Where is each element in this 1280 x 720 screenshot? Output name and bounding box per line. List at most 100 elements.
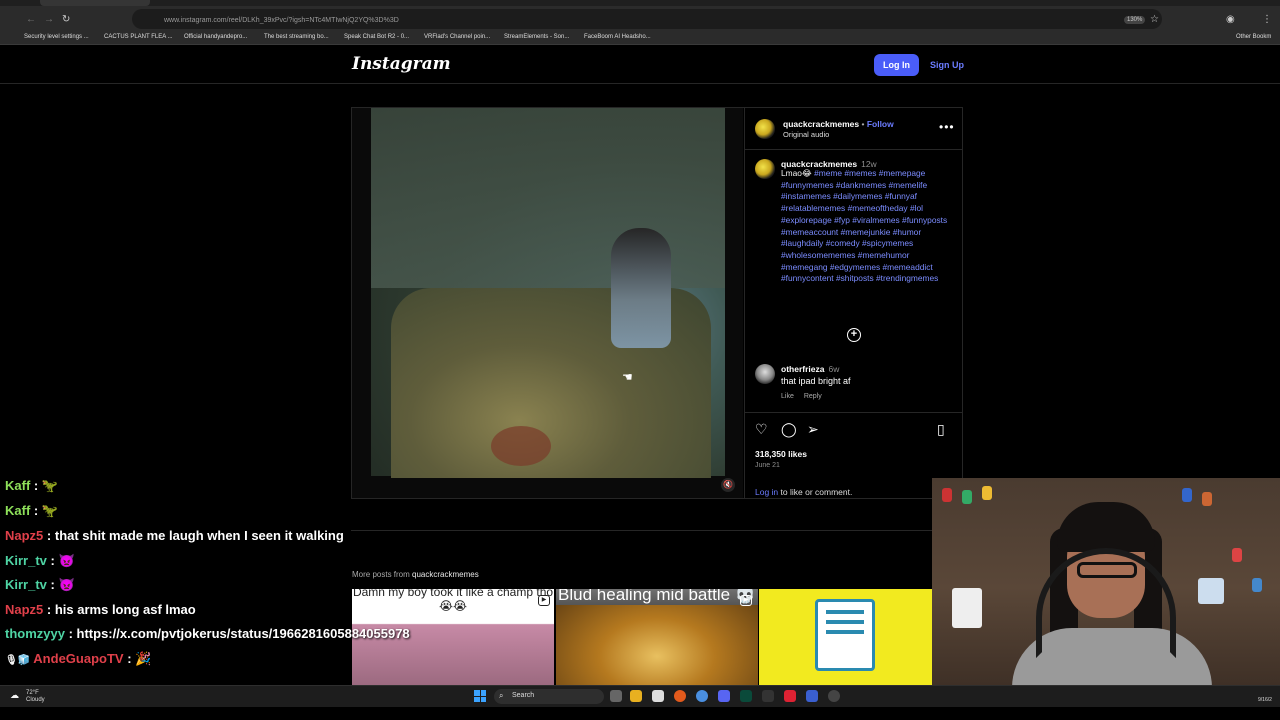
file-explorer-icon[interactable] xyxy=(630,690,642,702)
author-username[interactable]: quackcrackmemes xyxy=(783,119,859,129)
instagram-header: Instagram Log In Sign Up xyxy=(0,46,1280,84)
store-icon[interactable] xyxy=(652,690,664,702)
discord-icon[interactable] xyxy=(718,690,730,702)
url-text[interactable]: www.instagram.com/reel/DLKh_39xPvc/?igsh… xyxy=(164,17,399,24)
taskbar-search[interactable]: ⌕ Search xyxy=(494,689,604,704)
follow-button[interactable]: Follow xyxy=(867,119,894,129)
bookmark-item[interactable]: FaceBoom AI Headsho... xyxy=(584,34,651,40)
post-actions: ♡ ◯ ➢ ▯ 318,350 likes June 21 Log in to … xyxy=(745,412,963,498)
chat-username: Napz5 xyxy=(5,528,44,543)
chat-username: Napz5 xyxy=(5,602,44,617)
video-figure xyxy=(611,228,671,348)
windows-taskbar: ☁ 72°F Cloudy ⌕ Search 9/16/2 xyxy=(0,685,1280,707)
shelf-toy xyxy=(1252,578,1262,592)
post-author-bar: quackcrackmemes • Follow Original audio … xyxy=(745,108,963,150)
bookmark-item[interactable]: The best streaming bo... xyxy=(264,34,329,40)
terminal-icon[interactable] xyxy=(740,690,752,702)
thumbnail-caption: Blud healing mid battle 💀 xyxy=(556,589,758,605)
forward-icon[interactable]: → xyxy=(44,15,54,25)
section-divider xyxy=(351,530,963,531)
star-icon[interactable]: ☆ xyxy=(1150,15,1159,25)
signup-link[interactable]: Sign Up xyxy=(930,60,964,70)
app-icon[interactable] xyxy=(762,690,774,702)
shelf-box xyxy=(952,588,982,628)
comment-header: otherfrieza 6w xyxy=(781,364,839,374)
separator-dot: • xyxy=(861,119,865,129)
share-icon[interactable]: ➢ xyxy=(807,421,819,438)
video-object xyxy=(491,426,551,466)
chat-username: Kirr_tv xyxy=(5,577,47,592)
profile-icon[interactable]: ◉ xyxy=(1226,15,1235,25)
more-posts-heading: More posts from quackcrackmemes xyxy=(352,570,479,579)
taskbar-search-label: Search xyxy=(512,692,535,699)
bookmark-item[interactable]: CACTUS PLANT FLEA ... xyxy=(104,34,173,40)
login-suffix: to like or comment. xyxy=(780,487,853,497)
chat-username: AndeGuapoTV xyxy=(33,651,124,666)
chrome-icon[interactable] xyxy=(696,690,708,702)
clock-date[interactable]: 9/16/2 xyxy=(1258,697,1272,703)
instagram-logo[interactable]: Instagram xyxy=(352,54,451,74)
bookmark-item[interactable]: StreamElements - Son... xyxy=(504,34,569,40)
comment-author[interactable]: otherfrieza xyxy=(781,364,824,374)
login-link[interactable]: Log in xyxy=(755,487,778,497)
reload-icon[interactable]: ↻ xyxy=(62,15,70,25)
bookmark-item[interactable]: VRFlad's Channel poin... xyxy=(424,34,490,40)
bookmark-other[interactable]: Other Bookm xyxy=(1236,34,1271,40)
audio-label[interactable]: Original audio xyxy=(783,130,829,139)
mute-icon[interactable]: 🔇 xyxy=(721,478,735,492)
caption-text: Lmao😂 xyxy=(781,168,812,178)
caption: Lmao😂 #meme #memes #memepage #funnymemes… xyxy=(781,168,957,285)
streamer-hair xyxy=(1057,502,1155,552)
chat-username: thomzyyy xyxy=(5,626,65,641)
zoom-level[interactable]: 130% xyxy=(1124,16,1146,24)
commenter-avatar[interactable] xyxy=(755,364,775,384)
search-icon: ⌕ xyxy=(499,691,504,700)
firefox-icon[interactable] xyxy=(674,690,686,702)
comment-bubble-icon[interactable]: ◯ xyxy=(781,421,797,438)
video-frame xyxy=(371,108,725,478)
like-heart-icon[interactable]: ♡ xyxy=(755,421,768,438)
app-icon[interactable] xyxy=(806,690,818,702)
chat-text: that shit made me laugh when I seen it w… xyxy=(54,528,344,543)
bookmark-item[interactable]: Speak Chat Bot R2 - 0... xyxy=(344,34,409,40)
comment-like-button[interactable]: Like xyxy=(781,393,794,400)
more-options-icon[interactable]: ••• xyxy=(939,120,955,134)
more-posts-label: More posts from xyxy=(352,570,410,579)
caption-hashtags[interactable]: #meme #memes #memepage #funnymemes #dank… xyxy=(781,168,947,283)
weather-widget[interactable]: 72°F Cloudy xyxy=(26,690,45,704)
shelf-toy xyxy=(962,490,972,504)
weather-icon[interactable]: ☁ xyxy=(10,690,19,701)
chat-message: Kaff : 🦖 xyxy=(5,478,59,493)
bookmark-icon[interactable]: ▯ xyxy=(937,421,945,438)
app-icon[interactable] xyxy=(828,690,840,702)
author-name: quackcrackmemes • Follow xyxy=(783,119,894,129)
thumbnail-drawing xyxy=(815,599,875,671)
start-icon[interactable] xyxy=(474,690,486,702)
comment-reply-button[interactable]: Reply xyxy=(804,393,822,400)
task-view-icon[interactable] xyxy=(610,690,622,702)
chat-message: Napz5 : his arms long asf lmao xyxy=(5,602,196,617)
more-posts-author[interactable]: quackcrackmemes xyxy=(412,570,479,579)
login-to-comment: Log in to like or comment. xyxy=(755,487,852,497)
mouse-cursor-icon: ☚ xyxy=(622,370,633,384)
reel-video[interactable]: ☚ 🔇 xyxy=(352,108,743,498)
bookmark-item[interactable]: Official handyandepro... xyxy=(184,34,247,40)
back-icon[interactable]: ← xyxy=(26,15,36,25)
screen-bottom-bar xyxy=(0,707,1280,720)
load-more-comments-icon[interactable]: + xyxy=(847,328,861,342)
author-avatar[interactable] xyxy=(755,119,775,139)
bookmark-item[interactable]: Security level settings ... xyxy=(24,34,89,40)
menu-icon[interactable]: ⋮ xyxy=(1262,15,1272,25)
login-button[interactable]: Log In xyxy=(874,54,919,76)
chat-message: thomzyyy : https://x.com/pvtjokerus/stat… xyxy=(5,626,410,641)
reel-icon: ▶ xyxy=(538,595,550,606)
app-icon[interactable] xyxy=(784,690,796,702)
post-thumbnail[interactable] xyxy=(759,589,932,685)
chat-text: 🦖 xyxy=(41,478,59,493)
post-thumbnail[interactable]: Blud healing mid battle 💀 ▶ xyxy=(556,589,758,685)
caption-avatar[interactable] xyxy=(755,159,775,179)
chat-text: 🎉 xyxy=(135,651,152,666)
likes-count[interactable]: 318,350 likes xyxy=(755,449,807,459)
chat-username: Kaff xyxy=(5,478,31,493)
shelf-toy xyxy=(1232,548,1242,562)
